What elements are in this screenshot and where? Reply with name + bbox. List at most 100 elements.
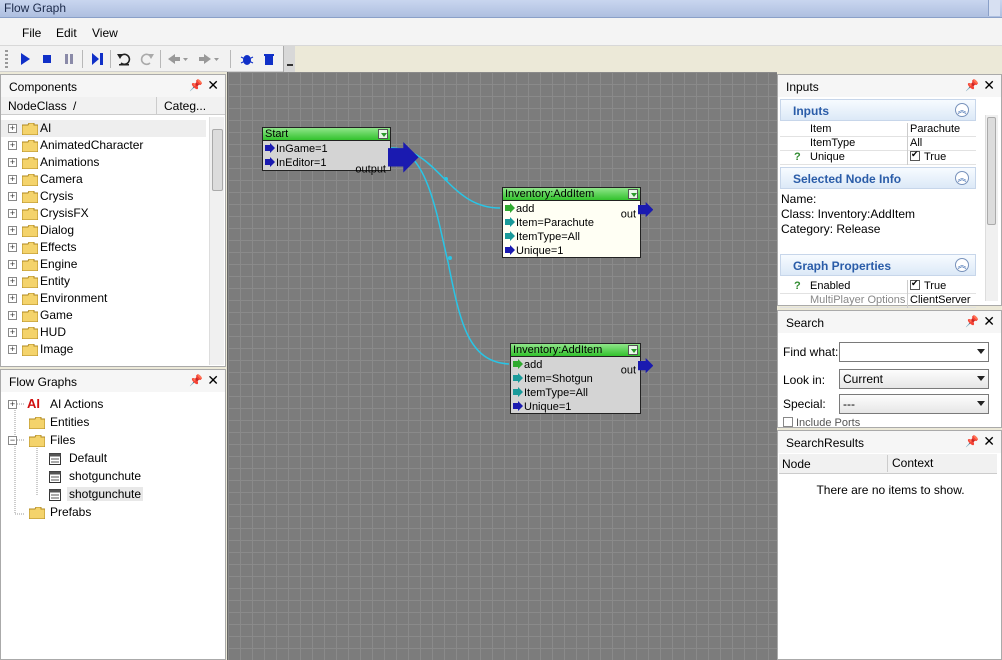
pin-icon[interactable]: 📌 [189, 79, 203, 92]
pin-icon[interactable]: 📌 [965, 315, 979, 328]
component-category-engine[interactable]: + Engine [1, 256, 206, 273]
debug-icon[interactable] [239, 51, 255, 67]
component-category-dialog[interactable]: + Dialog [1, 222, 206, 239]
pause-icon[interactable] [61, 51, 77, 67]
node-header[interactable]: Inventory:AddItem [511, 344, 640, 357]
component-category-animatedcharacter[interactable]: + AnimatedCharacter [1, 137, 206, 154]
expand-icon[interactable]: + [8, 345, 17, 354]
property-row-item[interactable]: Item Parachute [780, 123, 976, 137]
node-menu-button[interactable] [628, 345, 638, 355]
expand-icon[interactable]: + [8, 141, 17, 150]
pin-icon[interactable]: 📌 [965, 435, 979, 448]
output-port-out[interactable]: out [621, 358, 654, 376]
expand-icon[interactable]: + [8, 311, 17, 320]
expand-icon[interactable]: + [8, 260, 17, 269]
component-category-crysis[interactable]: + Crysis [1, 188, 206, 205]
component-category-ai[interactable]: + AI [1, 120, 206, 137]
menu-file[interactable]: File [22, 26, 41, 40]
close-icon[interactable]: ✕ [983, 433, 995, 450]
column-header-category[interactable]: Categ... [156, 97, 225, 115]
window-control-button[interactable] [988, 0, 1000, 16]
scrollbar-thumb[interactable] [987, 117, 996, 225]
expand-icon[interactable]: + [8, 277, 17, 286]
input-port-unique[interactable]: Unique=1 [505, 244, 563, 258]
node-inventory-additem-parachute[interactable]: Inventory:AddItem add out Item=Parachute… [502, 187, 654, 258]
tree-item-files[interactable]: − Files [1, 432, 201, 449]
node-header[interactable]: Inventory:AddItem [503, 188, 640, 201]
collapse-icon[interactable]: ︽ [955, 171, 969, 185]
chevron-down-icon[interactable] [977, 401, 985, 406]
output-port-output[interactable]: output [355, 142, 419, 176]
checkbox[interactable] [910, 278, 920, 290]
graph-properties-section-header[interactable]: Graph Properties ︽ [780, 254, 976, 276]
input-port-add[interactable]: add [505, 202, 534, 216]
component-category-image[interactable]: + Image [1, 341, 206, 358]
expand-icon[interactable]: + [8, 192, 17, 201]
expand-icon[interactable]: + [8, 226, 17, 235]
find-what-combo[interactable] [839, 342, 989, 362]
close-icon[interactable]: ✕ [207, 77, 219, 94]
collapse-icon[interactable]: ︽ [955, 103, 969, 117]
tree-item-prefabs[interactable]: Prefabs [1, 504, 201, 521]
property-value[interactable]: True [907, 149, 977, 165]
property-value[interactable]: ClientServer [907, 294, 977, 308]
toolbar-grip[interactable] [5, 50, 8, 68]
component-category-camera[interactable]: + Camera [1, 171, 206, 188]
tree-item-shotgunchute-selected[interactable]: shotgunchute [1, 486, 201, 503]
column-header-nodeclass[interactable]: NodeClass / [1, 97, 156, 115]
special-select[interactable]: --- [839, 394, 989, 414]
output-port-out[interactable]: out [621, 202, 654, 220]
input-port-itemtype[interactable]: ItemType=All [505, 230, 580, 244]
include-ports-option[interactable]: Include Ports [783, 417, 903, 427]
back-icon[interactable] [166, 51, 190, 67]
chevron-down-icon[interactable] [977, 376, 985, 381]
input-port-item[interactable]: Item=Shotgun [513, 372, 593, 386]
menu-edit[interactable]: Edit [56, 26, 77, 40]
close-icon[interactable]: ✕ [207, 372, 219, 389]
expand-icon[interactable]: + [8, 400, 17, 409]
column-node[interactable]: Node [782, 457, 811, 471]
component-category-game[interactable]: + Game [1, 307, 206, 324]
checkbox[interactable] [910, 149, 920, 161]
input-port-itemtype[interactable]: ItemType=All [513, 386, 588, 400]
property-row-enabled[interactable]: ? Enabled True [780, 278, 976, 294]
component-category-animations[interactable]: + Animations [1, 154, 206, 171]
delete-icon[interactable] [261, 51, 277, 67]
selected-node-section-header[interactable]: Selected Node Info ︽ [780, 167, 976, 189]
tree-item-ai-actions[interactable]: + AI AI Actions [1, 396, 201, 413]
graph-canvas[interactable]: Start InGame=1 InEditor=1 output Invento… [227, 72, 777, 660]
expand-icon[interactable]: + [8, 294, 17, 303]
node-start[interactable]: Start InGame=1 InEditor=1 output [262, 127, 419, 176]
chevron-down-icon[interactable] [977, 349, 985, 354]
tree-item-default[interactable]: Default [1, 450, 201, 467]
expand-icon[interactable]: + [8, 124, 17, 133]
input-port-add[interactable]: add [513, 358, 542, 372]
component-category-effects[interactable]: + Effects [1, 239, 206, 256]
node-menu-button[interactable] [378, 129, 388, 139]
column-context[interactable]: Context [887, 455, 933, 472]
toolbar-overflow-button[interactable] [283, 46, 295, 72]
expand-icon[interactable]: + [8, 209, 17, 218]
inputs-scrollbar[interactable] [985, 115, 998, 301]
expand-icon[interactable]: + [8, 175, 17, 184]
menu-view[interactable]: View [92, 26, 118, 40]
property-row-unique[interactable]: ? Unique True [780, 149, 977, 165]
close-icon[interactable]: ✕ [983, 77, 995, 94]
input-port-ineditor[interactable]: InEditor=1 [265, 156, 326, 170]
stop-icon[interactable] [39, 51, 55, 67]
forward-icon[interactable] [197, 51, 221, 67]
node-inventory-additem-shotgun[interactable]: Inventory:AddItem add out Item=Shotgun I… [510, 343, 654, 414]
property-value[interactable]: Parachute [907, 123, 977, 137]
inputs-section-header[interactable]: Inputs ︽ [780, 99, 976, 121]
expand-icon[interactable]: + [8, 158, 17, 167]
checkbox[interactable] [783, 417, 793, 427]
look-in-select[interactable]: Current [839, 369, 989, 389]
undo-icon[interactable] [116, 51, 132, 67]
pin-icon[interactable]: 📌 [965, 79, 979, 92]
node-menu-button[interactable] [628, 189, 638, 199]
input-port-ingame[interactable]: InGame=1 [265, 142, 328, 156]
property-row-multiplayer[interactable]: MultiPlayer Options ClientServer [780, 294, 976, 308]
component-category-environment[interactable]: + Environment [1, 290, 206, 307]
property-row-itemtype[interactable]: ItemType All [780, 137, 976, 151]
tree-item-shotgunchute[interactable]: shotgunchute [1, 468, 201, 485]
